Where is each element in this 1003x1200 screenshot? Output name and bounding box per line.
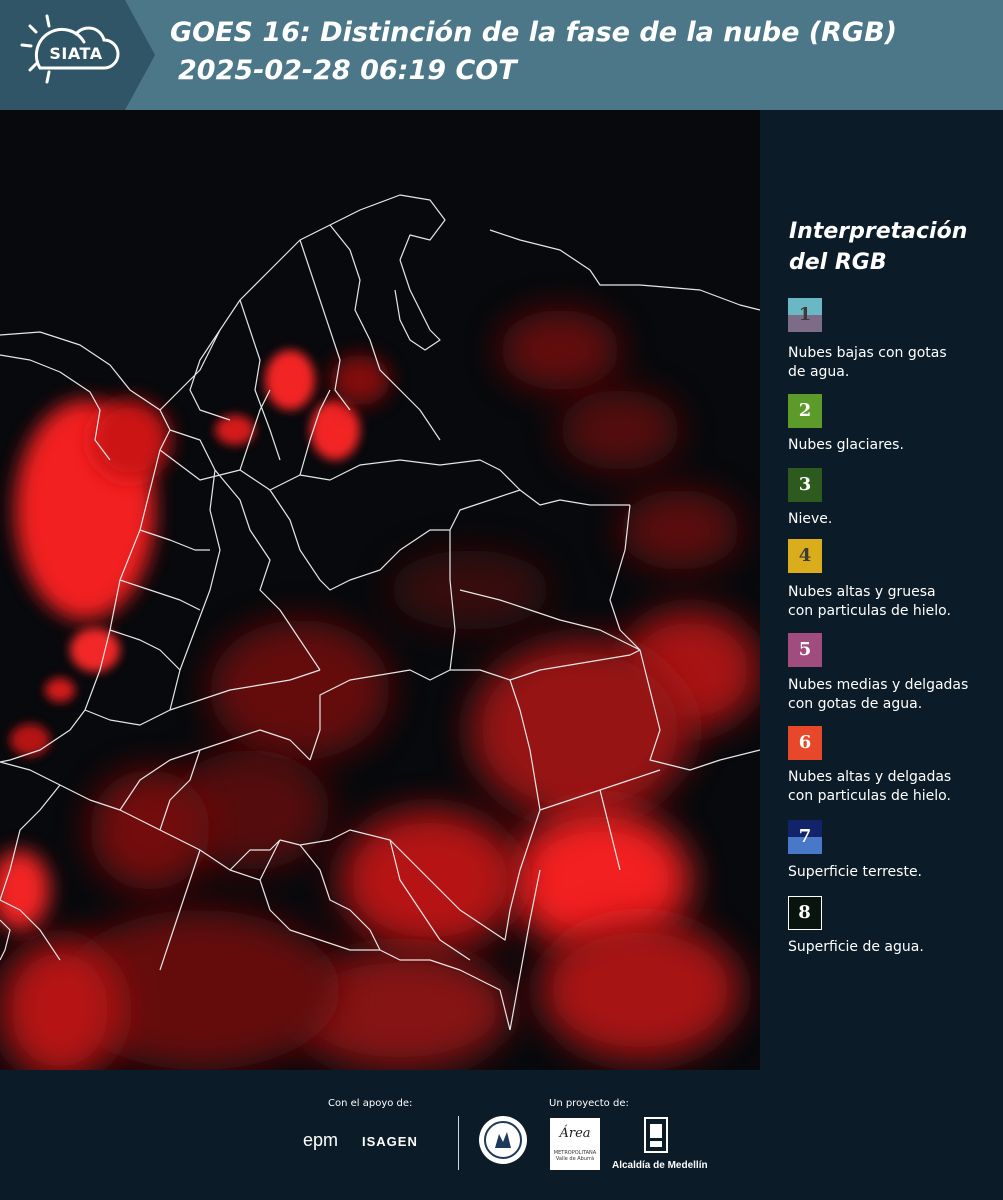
legend-num-1: 1 [798, 304, 812, 325]
legend-label-1-line1: Nubes bajas con gotas [788, 345, 947, 361]
legend-label-3: Nieve. [788, 510, 1003, 529]
legend-num-7: 7 [798, 826, 812, 847]
legend-label-7: Superficie terreste. [788, 863, 1003, 882]
legend-label-1-line2: de agua. [788, 364, 850, 380]
area-metropolitana-logo: Área METROPOLITANA Valle de Aburrá [550, 1118, 600, 1170]
legend-num-2: 2 [798, 400, 812, 421]
page-title: GOES 16: Distinción de la fase de la nub… [170, 14, 897, 90]
legend-label-4-line2: con particulas de hielo. [788, 603, 951, 619]
legend-label-8-line1: Superficie de agua. [788, 939, 924, 955]
legend-label-5-line1: Nubes medias y delgadas [788, 677, 969, 693]
isagen-logo: ISAGEN [362, 1134, 418, 1149]
legend-label-6-line1: Nubes altas y delgadas [788, 769, 952, 785]
legend-num-6: 6 [798, 732, 812, 753]
support-label: Con el apoyo de: [328, 1098, 413, 1109]
legend-swatch-6: 6 [788, 726, 822, 760]
legend-label-1: Nubes bajas con gotas de agua. [788, 344, 1003, 382]
alcaldia-shield-icon [643, 1116, 669, 1160]
title-line1: GOES 16: Distinción de la fase de la nub… [170, 17, 897, 48]
epm-logo: epm [303, 1130, 339, 1150]
legend-label-4: Nubes altas y gruesa con particulas de h… [788, 583, 1003, 621]
area-logo-subtext: METROPOLITANA Valle de Aburrá [553, 1150, 597, 1162]
legend-label-7-line1: Superficie terreste. [788, 864, 923, 880]
legend-num-8: 8 [798, 902, 811, 923]
logo-text: SIATA [49, 44, 103, 63]
legend-label-5: Nubes medias y delgadas con gotas de agu… [788, 676, 1003, 714]
footer: Con el apoyo de: Un proyecto de: epm ISA… [0, 1070, 1003, 1200]
legend-label-5-line2: con gotas de agua. [788, 696, 923, 712]
area-logo-text: Área [559, 1126, 591, 1141]
project-label: Un proyecto de: [549, 1098, 629, 1109]
legend-label-6-line2: con particulas de hielo. [788, 788, 951, 804]
legend-swatch-2: 2 [788, 394, 822, 428]
legend-swatch-1: 1 [788, 298, 822, 332]
legend-label-6: Nubes altas y delgadas con particulas de… [788, 768, 1003, 806]
legend-panel: Interpretación del RGB 1 Nubes bajas con… [761, 110, 1003, 1070]
legend-swatch-4: 4 [788, 539, 822, 573]
legend-swatch-8: 8 [788, 896, 822, 930]
legend-label-4-line1: Nubes altas y gruesa [788, 584, 936, 600]
legend-label-3-line1: Nieve. [788, 511, 833, 527]
title-line2: 2025-02-28 06:19 COT [178, 55, 517, 86]
legend-swatch-5: 5 [788, 633, 822, 667]
legend-label-2: Nubes glaciares. [788, 436, 1003, 455]
legend-num-5: 5 [798, 639, 812, 660]
legend-num-4: 4 [798, 545, 812, 566]
legend-num-3: 3 [798, 474, 812, 495]
satellite-map[interactable] [0, 110, 760, 1070]
legend-swatch-7: 7 [788, 820, 822, 854]
footer-divider [458, 1116, 459, 1170]
legend-label-2-line1: Nubes glaciares. [788, 437, 904, 453]
legend-swatch-3: 3 [788, 468, 822, 502]
header: SIATA GOES 16: Distinción de la fase de … [0, 0, 1003, 110]
legend-title: Interpretación del RGB [789, 216, 999, 278]
legend-title-line1: Interpretación [789, 219, 968, 244]
siata-logo: SIATA [0, 0, 155, 110]
seal-logo [477, 1114, 529, 1170]
alcaldia-logo-text: Alcaldía de Medellín [612, 1160, 708, 1171]
legend-label-8: Superficie de agua. [788, 938, 1003, 957]
legend-title-line2: del RGB [789, 250, 887, 275]
